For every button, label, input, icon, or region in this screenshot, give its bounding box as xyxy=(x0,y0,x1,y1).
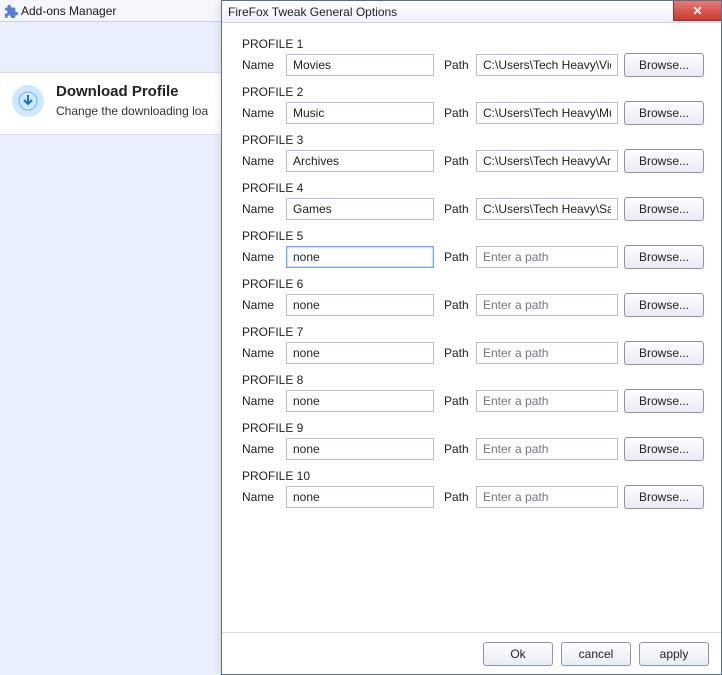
profile-path-input[interactable] xyxy=(476,246,618,268)
name-label: Name xyxy=(242,298,286,312)
name-label: Name xyxy=(242,250,286,264)
profile-heading: PROFILE 7 xyxy=(242,325,707,339)
addon-subtitle: Change the downloading loa xyxy=(56,104,208,118)
profile-row: Name Path Browse... xyxy=(242,197,707,221)
options-dialog: FireFox Tweak General Options ✕ PROFILE … xyxy=(221,0,722,675)
name-label: Name xyxy=(242,442,286,456)
cancel-button[interactable]: cancel xyxy=(561,642,631,666)
browse-button[interactable]: Browse... xyxy=(624,149,704,173)
profile-path-input[interactable] xyxy=(476,102,618,124)
profile-name-input[interactable] xyxy=(286,438,434,460)
profile-row: Name Path Browse... xyxy=(242,245,707,269)
profile-name-input[interactable] xyxy=(286,390,434,412)
profile-heading: PROFILE 10 xyxy=(242,469,707,483)
profile-block: PROFILE 9 Name Path Browse... xyxy=(242,421,707,461)
profile-path-input[interactable] xyxy=(476,390,618,412)
profile-heading: PROFILE 9 xyxy=(242,421,707,435)
profile-heading: PROFILE 5 xyxy=(242,229,707,243)
profile-block: PROFILE 4 Name Path Browse... xyxy=(242,181,707,221)
path-label: Path xyxy=(444,106,476,120)
profile-block: PROFILE 7 Name Path Browse... xyxy=(242,325,707,365)
path-label: Path xyxy=(444,490,476,504)
name-label: Name xyxy=(242,346,286,360)
dialog-title: FireFox Tweak General Options xyxy=(228,5,397,19)
path-label: Path xyxy=(444,298,476,312)
name-label: Name xyxy=(242,490,286,504)
path-label: Path xyxy=(444,442,476,456)
browse-button[interactable]: Browse... xyxy=(624,197,704,221)
browse-button[interactable]: Browse... xyxy=(624,437,704,461)
profile-path-input[interactable] xyxy=(476,198,618,220)
profile-heading: PROFILE 8 xyxy=(242,373,707,387)
path-label: Path xyxy=(444,202,476,216)
download-icon xyxy=(12,85,44,117)
browse-button[interactable]: Browse... xyxy=(624,389,704,413)
profile-name-input[interactable] xyxy=(286,102,434,124)
profile-path-input[interactable] xyxy=(476,150,618,172)
browse-button[interactable]: Browse... xyxy=(624,53,704,77)
browse-button[interactable]: Browse... xyxy=(624,245,704,269)
profile-path-input[interactable] xyxy=(476,438,618,460)
profile-name-input[interactable] xyxy=(286,246,434,268)
path-label: Path xyxy=(444,394,476,408)
dialog-footer: Ok cancel apply xyxy=(222,632,721,674)
close-icon: ✕ xyxy=(692,4,702,18)
profile-row: Name Path Browse... xyxy=(242,341,707,365)
profile-name-input[interactable] xyxy=(286,198,434,220)
browse-button[interactable]: Browse... xyxy=(624,293,704,317)
profile-row: Name Path Browse... xyxy=(242,437,707,461)
profile-block: PROFILE 8 Name Path Browse... xyxy=(242,373,707,413)
apply-button[interactable]: apply xyxy=(639,642,709,666)
profile-block: PROFILE 2 Name Path Browse... xyxy=(242,85,707,125)
name-label: Name xyxy=(242,58,286,72)
profile-row: Name Path Browse... xyxy=(242,293,707,317)
path-label: Path xyxy=(444,250,476,264)
addon-title: Download Profile xyxy=(56,83,208,100)
close-button[interactable]: ✕ xyxy=(673,1,721,21)
profile-path-input[interactable] xyxy=(476,486,618,508)
profile-block: PROFILE 10 Name Path Browse... xyxy=(242,469,707,509)
name-label: Name xyxy=(242,394,286,408)
profile-row: Name Path Browse... xyxy=(242,149,707,173)
profile-row: Name Path Browse... xyxy=(242,53,707,77)
profile-name-input[interactable] xyxy=(286,54,434,76)
profile-name-input[interactable] xyxy=(286,294,434,316)
profile-name-input[interactable] xyxy=(286,342,434,364)
path-label: Path xyxy=(444,58,476,72)
profile-heading: PROFILE 1 xyxy=(242,37,707,51)
profile-heading: PROFILE 6 xyxy=(242,277,707,291)
profile-block: PROFILE 3 Name Path Browse... xyxy=(242,133,707,173)
dialog-titlebar[interactable]: FireFox Tweak General Options ✕ xyxy=(222,1,721,23)
path-label: Path xyxy=(444,346,476,360)
browse-button[interactable]: Browse... xyxy=(624,485,704,509)
tab-addons-manager[interactable]: Add-ons Manager xyxy=(21,4,116,18)
profile-name-input[interactable] xyxy=(286,486,434,508)
profile-block: PROFILE 6 Name Path Browse... xyxy=(242,277,707,317)
name-label: Name xyxy=(242,106,286,120)
profile-row: Name Path Browse... xyxy=(242,485,707,509)
browse-button[interactable]: Browse... xyxy=(624,101,704,125)
profile-path-input[interactable] xyxy=(476,294,618,316)
profile-path-input[interactable] xyxy=(476,342,618,364)
profile-row: Name Path Browse... xyxy=(242,101,707,125)
profile-block: PROFILE 5 Name Path Browse... xyxy=(242,229,707,269)
profile-name-input[interactable] xyxy=(286,150,434,172)
puzzle-icon xyxy=(4,4,18,18)
profile-heading: PROFILE 4 xyxy=(242,181,707,195)
profile-row: Name Path Browse... xyxy=(242,389,707,413)
path-label: Path xyxy=(444,154,476,168)
profile-heading: PROFILE 3 xyxy=(242,133,707,147)
ok-button[interactable]: Ok xyxy=(483,642,553,666)
profile-heading: PROFILE 2 xyxy=(242,85,707,99)
browse-button[interactable]: Browse... xyxy=(624,341,704,365)
dialog-body: PROFILE 1NamePathBrowse...PROFILE 2NameP… xyxy=(222,23,721,632)
name-label: Name xyxy=(242,202,286,216)
name-label: Name xyxy=(242,154,286,168)
profile-block: PROFILE 1 Name Path Browse... xyxy=(242,37,707,77)
profile-path-input[interactable] xyxy=(476,54,618,76)
